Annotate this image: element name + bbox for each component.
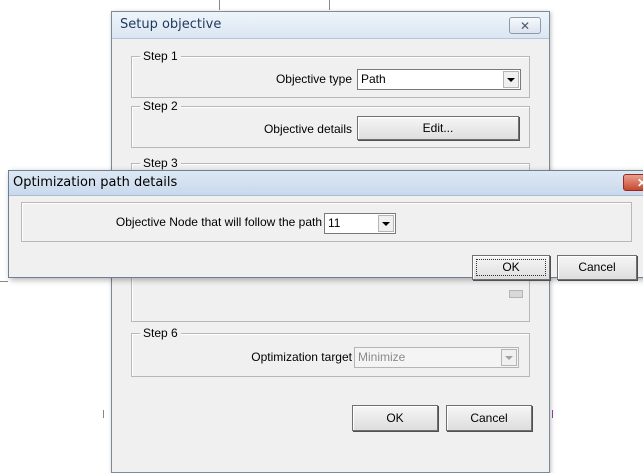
edit-button[interactable]: Edit... [357, 116, 519, 140]
optimization-target-select[interactable]: Minimize [354, 347, 519, 368]
close-icon: ✕ [636, 175, 643, 190]
objective-type-value: Path [361, 72, 386, 86]
background-line [0, 281, 8, 282]
step6-group: Step 6 Optimization target Minimize [131, 326, 530, 377]
background-line [219, 0, 220, 10]
step1-legend: Step 1 [140, 49, 181, 63]
objective-node-label: Objective Node that will follow the path [115, 215, 322, 229]
chevron-down-icon[interactable] [503, 71, 519, 88]
step5-group [131, 274, 530, 322]
objective-node-select[interactable]: 11 [324, 213, 396, 234]
objective-type-select[interactable]: Path [357, 69, 521, 90]
node-panel: Objective Node that will follow the path… [21, 202, 632, 242]
chevron-down-icon[interactable] [501, 349, 517, 366]
background-line [329, 0, 330, 10]
cancel-button[interactable]: Cancel [557, 255, 637, 280]
step3-legend: Step 3 [140, 156, 181, 170]
objective-node-value: 11 [328, 216, 341, 230]
close-icon: ✕ [519, 18, 531, 33]
optimization-path-details-dialog: Optimization path details ✕ Objective No… [8, 170, 643, 280]
objective-details-label: Objective details [263, 122, 352, 136]
step2-group: Step 2 Objective details Edit... [131, 99, 530, 148]
window-title: Setup objective [120, 17, 222, 32]
step5-select-edge [509, 290, 523, 298]
optimization-target-value: Minimize [358, 350, 406, 364]
step2-legend: Step 2 [140, 99, 181, 113]
objective-type-label: Objective type [275, 72, 352, 86]
optimization-target-label: Optimization target [251, 350, 352, 364]
title-bar: Optimization path details ✕ [9, 171, 643, 196]
chevron-down-icon[interactable] [378, 215, 394, 232]
ok-button[interactable]: OK [472, 255, 550, 280]
cancel-button[interactable]: Cancel [446, 405, 532, 431]
title-bar: Setup objective ✕ [112, 12, 549, 39]
dialog-title: Optimization path details [13, 175, 178, 190]
ok-button[interactable]: OK [352, 405, 438, 431]
focus-rectangle [476, 259, 546, 276]
close-button[interactable]: ✕ [623, 174, 643, 191]
step6-legend: Step 6 [140, 326, 181, 340]
background-line [552, 410, 553, 418]
step1-group: Step 1 Objective type Path [131, 49, 530, 98]
background-line [103, 410, 104, 418]
close-button[interactable]: ✕ [509, 17, 541, 34]
